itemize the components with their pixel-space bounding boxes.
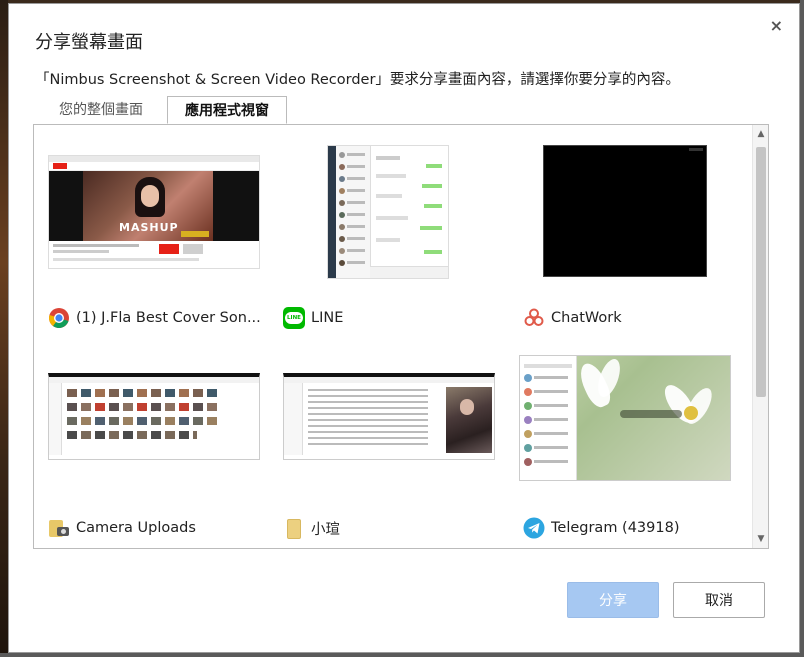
window-thumbnail: [283, 373, 495, 460]
share-button[interactable]: 分享: [567, 582, 659, 618]
scroll-up-icon[interactable]: ▲: [753, 127, 768, 141]
folder-icon: [283, 517, 305, 539]
window-label: 小瑄: [283, 515, 498, 541]
window-tile-telegram[interactable]: Telegram (43918): [515, 353, 735, 543]
video-title-text: MASHUP: [119, 221, 179, 234]
telegram-icon: [523, 517, 545, 539]
tab-application-window[interactable]: 應用程式視窗: [167, 96, 287, 124]
window-shadow-bottom: [0, 653, 804, 657]
window-thumbnail: MASHUP: [48, 155, 260, 269]
dialog-title: 分享螢幕畫面: [35, 32, 143, 53]
window-tile-xiaoxuan[interactable]: 小瑄: [275, 353, 495, 543]
folder-camera-icon: [48, 517, 70, 539]
share-screen-dialog: 分享螢幕畫面 × 「Nimbus Screenshot & Screen Vid…: [8, 3, 800, 653]
window-thumbnail: [519, 355, 731, 481]
window-tile-line[interactable]: LINE LINE: [275, 143, 495, 333]
scrollbar[interactable]: ▲ ▼: [752, 125, 768, 548]
window-thumbnail: [48, 373, 260, 460]
scroll-down-icon[interactable]: ▼: [753, 532, 768, 546]
scrollbar-thumb[interactable]: [756, 147, 766, 397]
dialog-prompt: 「Nimbus Screenshot & Screen Video Record…: [35, 72, 680, 88]
close-icon[interactable]: ×: [770, 16, 783, 35]
window-thumbnail: [543, 145, 707, 277]
window-label: LINE LINE: [283, 305, 498, 331]
chrome-icon: [48, 307, 70, 329]
window-tile-chrome[interactable]: MASHUP (1) J.Fla Best Cover Son...: [40, 143, 263, 333]
window-thumbnail: [327, 145, 449, 279]
window-picker-panel: MASHUP (1) J.Fla Best Cover Son... LINE …: [33, 124, 769, 549]
cancel-button[interactable]: 取消: [673, 582, 765, 618]
window-label: ChatWork: [523, 305, 738, 331]
desktop-background-left: [0, 0, 8, 657]
window-label: Telegram (43918): [523, 515, 738, 541]
window-label: (1) J.Fla Best Cover Son...: [48, 305, 263, 331]
window-tile-camera-uploads[interactable]: Camera Uploads: [40, 353, 260, 543]
line-icon: LINE: [283, 307, 305, 329]
tab-entire-screen[interactable]: 您的整個畫面: [47, 96, 155, 124]
chatwork-icon: [523, 307, 545, 329]
window-shadow-right: [800, 0, 804, 657]
window-tile-chatwork[interactable]: ChatWork: [515, 143, 735, 333]
window-label: Camera Uploads: [48, 515, 263, 541]
